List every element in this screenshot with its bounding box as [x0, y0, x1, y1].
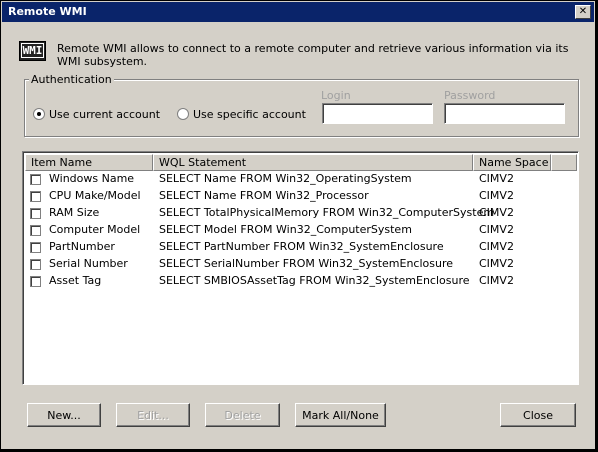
column-header-wql-statement[interactable]: WQL Statement	[153, 154, 473, 171]
item-name-cell: CPU Make/Model	[49, 189, 141, 202]
wql-statement-cell: SELECT Name FROM Win32_Processor	[159, 189, 369, 202]
table-row[interactable]: Computer Model SELECT Model FROM Win32_C…	[25, 222, 575, 239]
remote-wmi-dialog: Remote WMI ✕ WMI Remote WMI allows to co…	[0, 0, 596, 450]
logo-text: WMI	[20, 43, 45, 58]
row-checkbox[interactable]	[30, 259, 41, 270]
name-space-cell: CIMV2	[479, 206, 514, 219]
wql-statement-cell: SELECT TotalPhysicalMemory FROM Win32_Co…	[159, 206, 495, 219]
column-header-name-space[interactable]: Name Space	[473, 154, 551, 171]
table-row[interactable]: Serial Number SELECT SerialNumber FROM W…	[25, 256, 575, 273]
item-name-cell: Serial Number	[49, 257, 128, 270]
wql-statement-cell: SELECT SMBIOSAssetTag FROM Win32_SystemE…	[159, 274, 470, 287]
wmi-logo-icon: WMI	[19, 41, 46, 61]
wql-statement-cell: SELECT Name FROM Win32_OperatingSystem	[159, 172, 412, 185]
use-specific-account-label[interactable]: Use specific account	[193, 108, 306, 121]
description-text: Remote WMI allows to connect to a remote…	[57, 42, 569, 68]
use-current-account-label[interactable]: Use current account	[49, 108, 160, 121]
new-button[interactable]: New...	[27, 403, 101, 427]
name-space-cell: CIMV2	[479, 274, 514, 287]
row-checkbox[interactable]	[30, 191, 41, 202]
row-checkbox[interactable]	[30, 174, 41, 185]
item-name-cell: Computer Model	[49, 223, 141, 236]
edit-button[interactable]: Edit...	[116, 403, 190, 427]
wql-statement-cell: SELECT PartNumber FROM Win32_SystemEnclo…	[159, 240, 444, 253]
table-row[interactable]: CPU Make/Model SELECT Name FROM Win32_Pr…	[25, 188, 575, 205]
row-checkbox[interactable]	[30, 225, 41, 236]
authentication-group-label: Authentication	[29, 73, 114, 86]
column-header-item-name[interactable]: Item Name	[25, 154, 153, 171]
login-field[interactable]	[322, 103, 433, 124]
mark-all-none-button[interactable]: Mark All/None	[295, 403, 386, 427]
row-checkbox[interactable]	[30, 208, 41, 219]
name-space-cell: CIMV2	[479, 223, 514, 236]
name-space-cell: CIMV2	[479, 240, 514, 253]
password-label: Password	[444, 89, 496, 102]
table-row[interactable]: PartNumber SELECT PartNumber FROM Win32_…	[25, 239, 575, 256]
item-name-cell: PartNumber	[49, 240, 115, 253]
close-button[interactable]: Close	[500, 403, 576, 427]
close-icon[interactable]: ✕	[575, 5, 591, 19]
title-bar: Remote WMI ✕	[2, 2, 594, 22]
table-row[interactable]: RAM Size SELECT TotalPhysicalMemory FROM…	[25, 205, 575, 222]
use-current-account-radio[interactable]	[33, 108, 45, 120]
row-checkbox[interactable]	[30, 242, 41, 253]
table-row[interactable]: Asset Tag SELECT SMBIOSAssetTag FROM Win…	[25, 273, 575, 290]
delete-button[interactable]: Delete	[205, 403, 280, 427]
name-space-cell: CIMV2	[479, 172, 514, 185]
item-name-cell: Asset Tag	[49, 274, 102, 287]
password-field[interactable]	[444, 103, 565, 124]
login-label: Login	[321, 89, 351, 102]
column-header-filler	[551, 154, 577, 171]
wql-statement-cell: SELECT Model FROM Win32_ComputerSystem	[159, 223, 412, 236]
name-space-cell: CIMV2	[479, 257, 514, 270]
name-space-cell: CIMV2	[479, 189, 514, 202]
window-title: Remote WMI	[8, 5, 87, 18]
item-name-cell: RAM Size	[49, 206, 100, 219]
wmi-items-list[interactable]: Item Name WQL Statement Name Space Windo…	[22, 151, 579, 385]
item-name-cell: Windows Name	[49, 172, 135, 185]
wql-statement-cell: SELECT SerialNumber FROM Win32_SystemEnc…	[159, 257, 454, 270]
use-specific-account-radio[interactable]	[177, 108, 189, 120]
row-checkbox[interactable]	[30, 276, 41, 287]
table-row[interactable]: Windows Name SELECT Name FROM Win32_Oper…	[25, 171, 575, 188]
